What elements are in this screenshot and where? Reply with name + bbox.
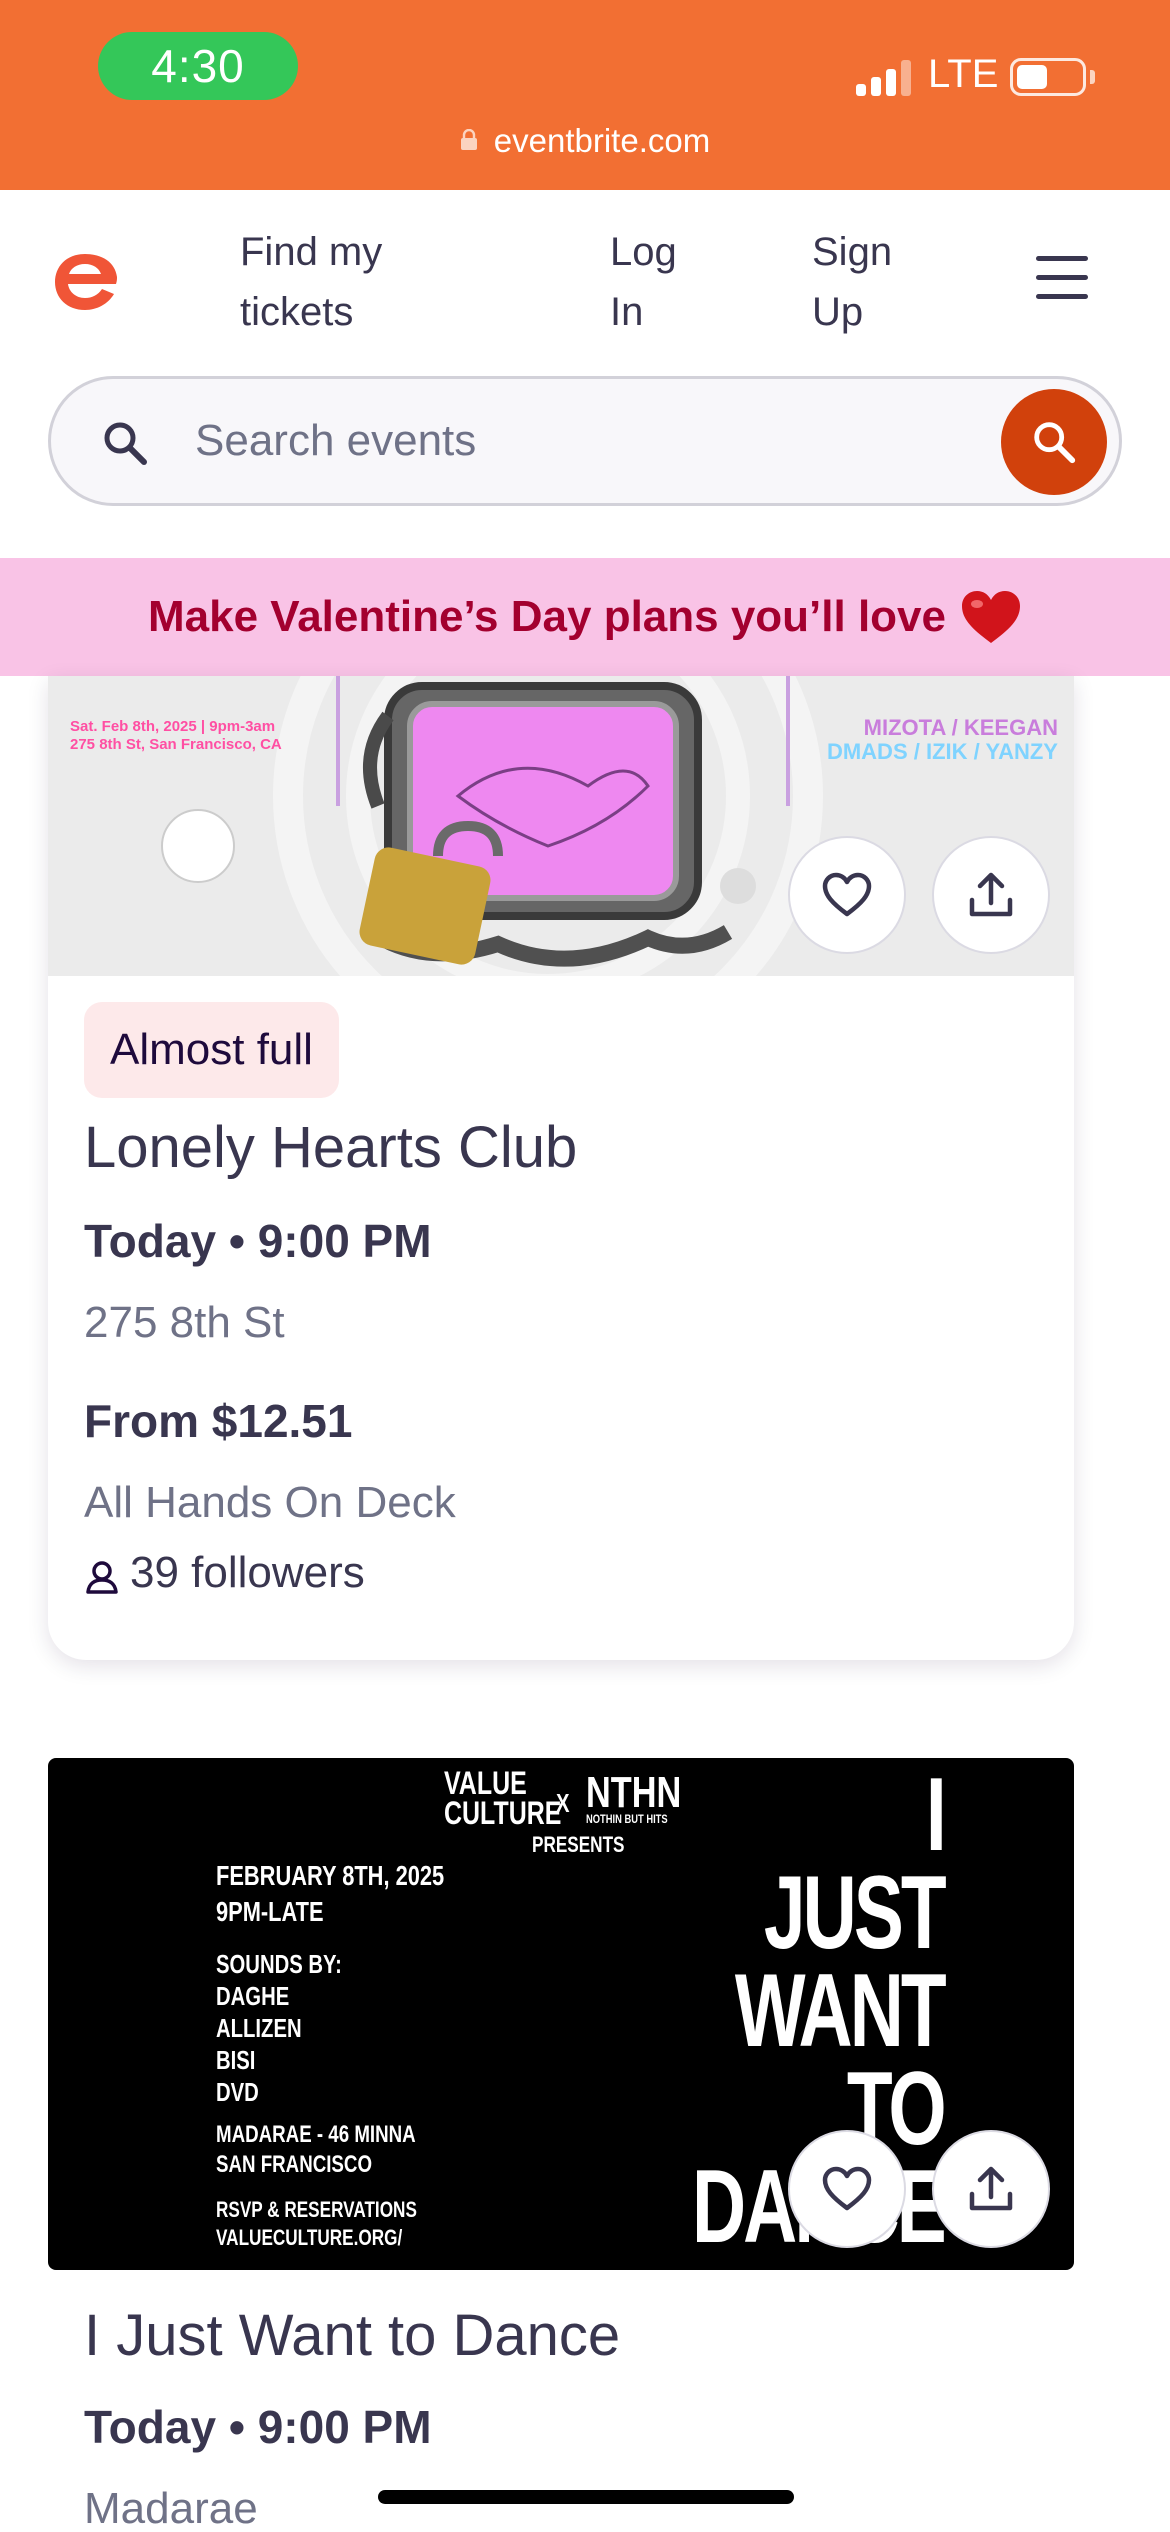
signal-strength-icon bbox=[856, 60, 914, 96]
heart-icon bbox=[962, 591, 1020, 643]
status-time: 4:30 bbox=[98, 32, 298, 100]
url-text: eventbrite.com bbox=[493, 122, 711, 159]
search-input[interactable] bbox=[195, 409, 895, 473]
poster-venue: MADARAE - 46 MINNA SAN FRANCISCO bbox=[216, 2121, 416, 2178]
status-badge: Almost full bbox=[84, 1002, 339, 1098]
event-title[interactable]: Lonely Hearts Club bbox=[84, 1114, 577, 1181]
lock-icon bbox=[460, 129, 477, 150]
event-title[interactable]: I Just Want to Dance bbox=[84, 2302, 620, 2369]
valentines-promo-banner[interactable]: Make Valentine’s Day plans you’ll love bbox=[0, 558, 1170, 676]
event-datetime: Today • 9:00 PM bbox=[84, 1215, 432, 1267]
search-button[interactable] bbox=[1001, 389, 1107, 495]
network-type: LTE bbox=[928, 52, 999, 96]
heart-outline-icon bbox=[822, 2166, 872, 2211]
find-my-tickets-link[interactable]: Find my tickets bbox=[240, 222, 460, 342]
poster-brand-right-sub: NOTHIN BUT HITS bbox=[586, 1812, 668, 1826]
address-bar[interactable]: eventbrite.com bbox=[0, 122, 1170, 160]
poster-lineup-text: MIZOTA / KEEGAN DMADS / IZIK / YANZY bbox=[826, 715, 1058, 764]
eventbrite-logo-icon[interactable] bbox=[48, 244, 122, 318]
poster-sounds: SOUNDS BY: DAGHE ALLIZEN BISI DVD bbox=[216, 1949, 342, 2107]
share-button[interactable] bbox=[932, 836, 1050, 954]
share-icon bbox=[969, 872, 1013, 917]
browser-status-bar: 4:30 LTE eventbrite.com bbox=[0, 0, 1170, 190]
event-poster-image[interactable]: VALUE CULTURE X NTHN NOTHIN BUT HITS PRE… bbox=[48, 1758, 1074, 2270]
poster-details-text: Sat. Feb 8th, 2025 | 9pm-3am 275 8th St,… bbox=[70, 718, 282, 753]
poster-rsvp: RSVP & RESERVATIONS VALUECULTURE.ORG/ bbox=[216, 2197, 417, 2250]
battery-icon bbox=[1010, 58, 1086, 96]
promo-text: Make Valentine’s Day plans you’ll love bbox=[147, 592, 946, 641]
poster-brand-left: VALUE CULTURE bbox=[444, 1765, 562, 1831]
event-datetime: Today • 9:00 PM bbox=[84, 2401, 432, 2453]
log-in-link[interactable]: Log In bbox=[610, 222, 710, 342]
followers-count: 39 followers bbox=[130, 1548, 365, 1597]
event-organizer[interactable]: All Hands On Deck bbox=[84, 1478, 456, 1528]
sign-up-link[interactable]: Sign Up bbox=[812, 222, 932, 342]
search-bar bbox=[48, 376, 1122, 506]
person-icon bbox=[86, 1561, 118, 1594]
event-venue: 275 8th St bbox=[84, 1298, 285, 1347]
event-card[interactable]: Sat. Feb 8th, 2025 | 9pm-3am 275 8th St,… bbox=[48, 676, 1074, 1660]
organizer-followers: 39 followers bbox=[84, 1548, 365, 1598]
like-button[interactable] bbox=[788, 2130, 906, 2248]
home-indicator[interactable] bbox=[378, 2490, 794, 2504]
hamburger-menu-icon[interactable] bbox=[1036, 256, 1088, 300]
search-icon bbox=[104, 422, 147, 465]
event-price: From $12.51 bbox=[84, 1395, 353, 1447]
poster-x: X bbox=[556, 1788, 570, 1818]
share-button[interactable] bbox=[932, 2130, 1050, 2248]
search-icon bbox=[1034, 422, 1076, 464]
event-venue: Madarae bbox=[84, 2484, 258, 2532]
poster-presents: PRESENTS bbox=[532, 1832, 625, 1857]
event-poster-image[interactable]: Sat. Feb 8th, 2025 | 9pm-3am 275 8th St,… bbox=[48, 676, 1074, 976]
heart-outline-icon bbox=[822, 872, 872, 917]
like-button[interactable] bbox=[788, 836, 906, 954]
poster-brand-right: NTHN bbox=[586, 1768, 682, 1817]
poster-date: FEBRUARY 8TH, 2025 9PM-LATE bbox=[216, 1860, 445, 1927]
share-icon bbox=[969, 2166, 1013, 2211]
